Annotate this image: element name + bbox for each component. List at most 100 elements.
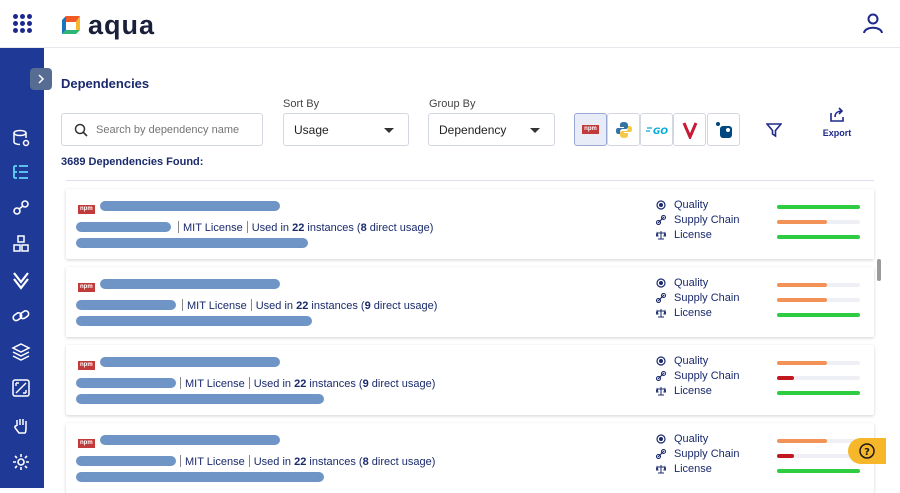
redacted-package-path [76,316,312,326]
dependency-card[interactable]: npm MIT License Used in 22 instances (8 di… [66,423,874,493]
instances-suffix: instances ( [311,300,365,312]
redacted-package-name [100,201,280,211]
help-button[interactable]: ? [848,438,886,464]
instances-suffix: instances ( [309,456,363,468]
direct-usage-suffix: direct usage) [371,456,436,468]
redacted-package-version [76,222,171,232]
scale-box-icon[interactable] [11,378,31,398]
score-bar-fill [777,283,827,287]
metric-label: Supply Chain [674,214,740,226]
redacted-package-path [76,238,308,248]
sort-by-value: Usage [294,122,329,137]
list-divider [66,180,874,181]
chain-link-icon[interactable] [11,306,31,326]
ecosystem-python-button[interactable] [607,113,640,146]
score-bar-supply-chain [777,376,860,380]
direct-usage-suffix: direct usage) [369,222,434,234]
metric-label: License [674,385,712,397]
metric-label: Supply Chain [674,370,740,382]
redacted-package-path [76,472,324,482]
metric-supply-chain: Supply Chain [656,214,739,226]
brand-name: aqua [88,9,156,40]
dependency-card[interactable]: npm MIT License Used in 22 instances (9 di… [66,267,874,337]
ecosystem-maven-button[interactable] [673,113,706,146]
settings-gear-icon[interactable] [11,452,31,472]
license-scale-icon [656,387,666,396]
aqua-logo[interactable]: aqua [60,10,155,40]
score-bar-supply-chain [777,220,860,224]
export-button[interactable]: Export [817,107,857,138]
shield-chevron-icon[interactable] [11,270,31,290]
license-scale-icon [656,465,666,474]
used-prefix: Used in [251,222,290,234]
instances-count: 22 [294,378,307,390]
dependency-link-icon[interactable] [11,198,31,218]
redacted-package-name [100,357,280,367]
dependency-card[interactable]: npm MIT License Used in 22 instances (9 di… [66,345,874,415]
nuget-icon [715,121,732,138]
metric-license: License [656,307,712,319]
export-icon [830,107,844,122]
list-tree-icon[interactable] [11,162,31,182]
metric-label: Supply Chain [674,292,740,304]
ecosystem-go-button[interactable]: GO [640,113,673,146]
metric-label: Supply Chain [674,448,740,460]
group-by-label: Group By [429,98,476,110]
redacted-package-path [76,394,324,404]
ecosystem-nuget-button[interactable] [707,113,740,146]
redacted-package-version [76,456,176,466]
search-icon [74,123,88,137]
direct-usage-suffix: direct usage) [371,378,436,390]
score-bar-fill [777,454,794,458]
ecosystem-npm-button[interactable]: npm [574,113,607,146]
score-bar-quality [777,205,860,209]
group-by-value: Dependency [439,122,507,137]
maven-icon [682,121,697,139]
metric-quality: Quality [656,355,708,367]
svg-text:GO: GO [653,127,668,136]
sort-by-select[interactable]: Usage [283,113,409,146]
direct-usage-count: 8 [362,456,369,468]
go-icon: GO [645,127,668,136]
database-settings-icon[interactable] [11,128,31,148]
score-bar-supply-chain [777,298,860,302]
metric-label: Quality [674,355,709,367]
npm-icon: npm [78,283,95,292]
used-prefix: Used in [255,300,294,312]
search-box[interactable] [61,113,263,146]
group-by-select[interactable]: Dependency [428,113,555,146]
score-bar-fill [777,376,794,380]
npm-icon: npm [582,125,599,134]
npm-icon: npm [78,205,95,214]
dependency-card[interactable]: npm MIT License Used in 22 instances (8 di… [66,189,874,259]
score-bar-quality [777,361,860,365]
scrollbar-thumb[interactable] [877,259,881,281]
packages-icon[interactable] [11,234,31,254]
layers-icon[interactable] [11,342,31,362]
instances-count: 22 [296,300,309,312]
sidebar [0,48,44,488]
instances-count: 22 [292,222,305,234]
sort-by-label: Sort By [283,98,320,110]
direct-usage-count: 8 [360,222,367,234]
metric-quality: Quality [656,277,708,289]
apps-grid-icon[interactable] [13,14,32,33]
license-scale-icon [656,309,666,318]
license-text: MIT License [185,456,245,468]
filter-icon[interactable] [766,122,782,138]
page-title: Dependencies [61,76,150,91]
metric-supply-chain: Supply Chain [656,448,739,460]
caret-down-icon [530,128,540,133]
user-profile-icon[interactable] [862,12,884,34]
metric-license: License [656,463,712,475]
dependency-meta: MIT License Used in 22 instances (8 direc… [174,221,433,234]
expand-sidebar-button[interactable] [30,68,52,90]
hand-stop-icon[interactable] [11,416,31,436]
score-bar-license [777,235,860,239]
license-text: MIT License [183,222,243,234]
quality-icon [656,278,666,288]
used-prefix: Used in [253,456,292,468]
search-input[interactable] [96,123,256,136]
redacted-package-version [76,300,176,310]
metric-supply-chain: Supply Chain [656,370,739,382]
